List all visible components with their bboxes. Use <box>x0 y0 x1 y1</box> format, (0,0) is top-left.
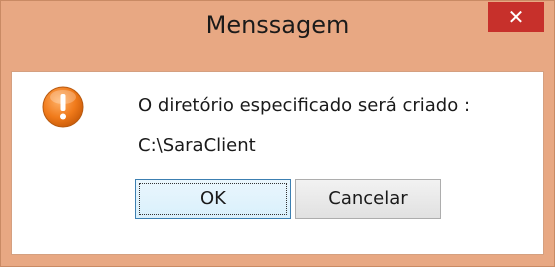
dialog-client-area: O diretório especificado será criado : C… <box>11 71 544 255</box>
message-text: O diretório especificado será criado : <box>138 95 471 116</box>
dialog-window: Menssagem ✕ O diretório especificado ser… <box>0 0 555 267</box>
window-title: Menssagem <box>205 11 350 39</box>
ok-button[interactable]: OK <box>135 179 291 219</box>
cancel-button-label: Cancelar <box>328 188 408 209</box>
title-bar[interactable]: Menssagem ✕ <box>1 1 554 49</box>
directory-path-text: C:\SaraClient <box>138 135 256 156</box>
close-icon: ✕ <box>507 5 525 29</box>
close-button[interactable]: ✕ <box>488 2 544 32</box>
focus-ring <box>139 183 287 215</box>
dialog-content: O diretório especificado será criado : C… <box>12 72 543 254</box>
cancel-button[interactable]: Cancelar <box>295 179 441 219</box>
warning-icon <box>42 86 84 128</box>
